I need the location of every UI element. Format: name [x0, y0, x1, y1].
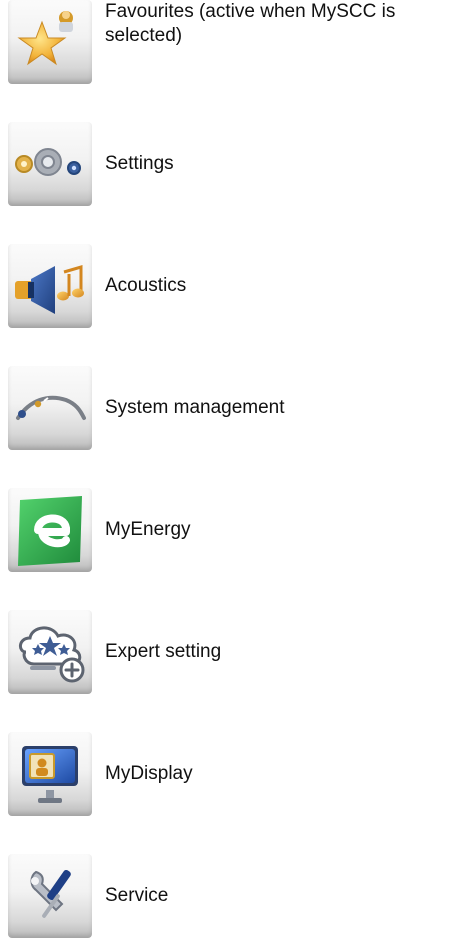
menu-item-settings[interactable]: Settings [8, 122, 458, 206]
settings-label: Settings [105, 153, 174, 174]
mydisplay-tile[interactable] [8, 732, 92, 816]
expert-setting-label: Expert setting [105, 641, 222, 662]
settings-tile[interactable] [8, 122, 92, 206]
favourites-tile[interactable] [8, 0, 92, 84]
menu-item-system-management[interactable]: System management [8, 366, 458, 450]
menu-item-expert-setting[interactable]: Expert setting [8, 610, 458, 694]
menu-item-acoustics[interactable]: Acoustics [8, 244, 458, 328]
menu-item-myenergy[interactable]: MyEnergy [8, 488, 458, 572]
expert-setting-tile[interactable] [8, 610, 92, 694]
acoustics-tile[interactable] [8, 244, 92, 328]
cloud-stars-plus-icon [19, 626, 85, 683]
system-management-tile[interactable] [8, 366, 92, 450]
system-management-label: System management [105, 397, 285, 418]
tools-icon [30, 869, 71, 918]
acoustics-label: Acoustics [105, 275, 187, 296]
menu-item-service[interactable]: Service [8, 854, 458, 938]
menu-item-mydisplay[interactable]: MyDisplay [8, 732, 458, 816]
service-label: Service [105, 885, 169, 906]
menu-item-favourites[interactable]: Favourites (active when MySCC is selecte… [8, 0, 458, 84]
monitor-icon [22, 746, 78, 803]
mydisplay-label: MyDisplay [105, 763, 193, 784]
star-user-icon [17, 11, 73, 66]
myenergy-label: MyEnergy [105, 519, 191, 540]
gears-icon [15, 148, 81, 176]
energy-e-icon [18, 496, 82, 566]
service-tile[interactable] [8, 854, 92, 938]
speaker-music-icon [15, 264, 84, 314]
favourites-label: Favourites (active when MySCC is selecte… [105, 1, 396, 46]
system-wand-icon [16, 395, 86, 420]
myenergy-tile[interactable] [8, 488, 92, 572]
